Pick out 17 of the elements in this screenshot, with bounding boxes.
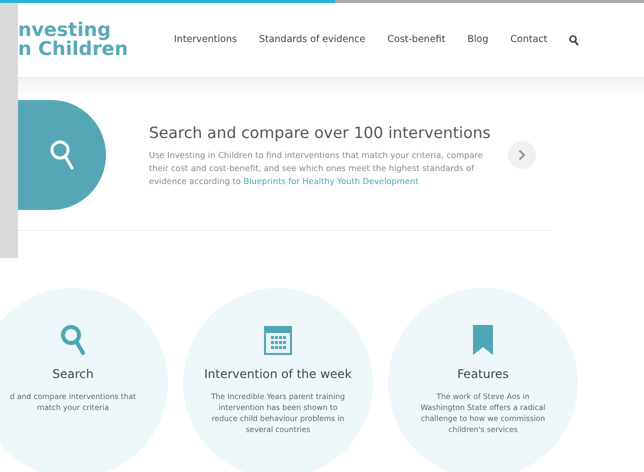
nav-link[interactable]: Contact	[510, 32, 548, 48]
nav-link[interactable]: Blog	[467, 32, 488, 48]
chevron-right-icon	[518, 149, 526, 161]
nav-link[interactable]: Interventions	[174, 32, 237, 48]
nav-link[interactable]: Standards of evidence	[258, 32, 366, 48]
bookmark-icon	[472, 324, 494, 356]
search-icon	[60, 324, 86, 356]
hero-text: Use Investing in Children to find interventions that match your criteria, compare their cost and cost-benefit, and see which ones meet the highest standards of evidence according to Blueprints for Healthy Youth Development	[149, 148, 484, 188]
search-icon	[49, 139, 75, 171]
card-title: Features	[457, 366, 509, 383]
search-icon[interactable]	[569, 34, 580, 46]
card-title: Search	[52, 366, 94, 383]
nav-link[interactable]: Cost-benefit	[387, 32, 446, 48]
hero-title: Search and compare over 100 interventions	[149, 122, 491, 142]
calendar-icon	[263, 324, 293, 356]
next-button[interactable]	[508, 141, 536, 169]
card-title: Intervention of the week	[204, 366, 352, 383]
